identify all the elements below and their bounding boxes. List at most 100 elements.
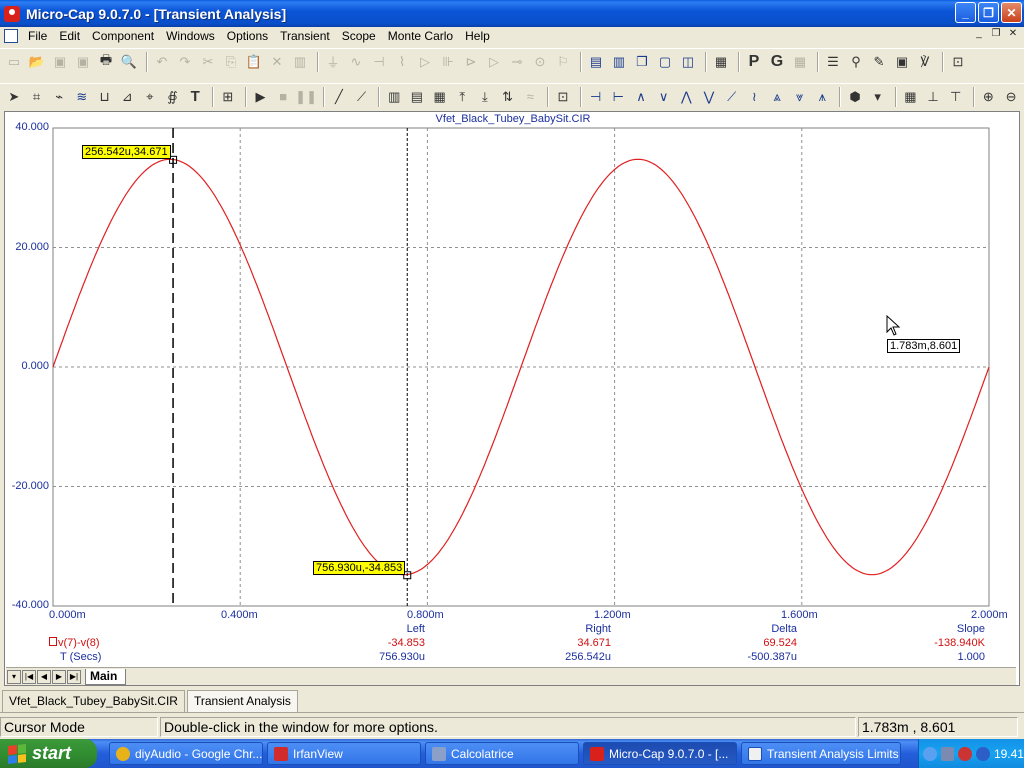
- menu-component[interactable]: Component: [86, 29, 160, 43]
- save-all-icon[interactable]: ▣: [73, 52, 93, 72]
- menu-file[interactable]: File: [22, 29, 53, 43]
- valley-icon[interactable]: ∨: [654, 87, 674, 107]
- start-button[interactable]: start: [0, 739, 97, 768]
- sheet-tab-main[interactable]: Main: [85, 668, 127, 685]
- menu-monte-carlo[interactable]: Monte Carlo: [382, 29, 459, 43]
- diagonal-icon[interactable]: ⟋: [352, 87, 372, 107]
- inflection-icon[interactable]: ≀: [744, 87, 764, 107]
- list-icon[interactable]: ☰: [823, 52, 843, 72]
- g-icon[interactable]: G: [767, 52, 787, 72]
- tag-vertical-icon[interactable]: ⊤: [946, 87, 966, 107]
- select-all-icon[interactable]: ▥: [290, 52, 310, 72]
- zoom-in-icon[interactable]: ⊕: [979, 87, 999, 107]
- component-mode-icon[interactable]: ⌗: [27, 87, 47, 107]
- cascade-icon[interactable]: ❐: [632, 52, 652, 72]
- left-cursor-tag[interactable]: 256.542u,34.671: [82, 145, 171, 159]
- save-icon[interactable]: ▣: [50, 52, 70, 72]
- app-icon[interactable]: [4, 5, 20, 22]
- label-icon[interactable]: ⌖: [140, 87, 160, 107]
- tag-icon[interactable]: ⬢: [845, 87, 865, 107]
- network-icon[interactable]: [940, 746, 955, 761]
- global-high-icon[interactable]: ⩓: [767, 87, 787, 107]
- calculator-icon[interactable]: ▦: [711, 52, 731, 72]
- copy-icon[interactable]: ⎘: [221, 52, 241, 72]
- capacitor-icon[interactable]: ⊣: [369, 52, 389, 72]
- window-split-icon[interactable]: ◫: [678, 52, 698, 72]
- formula-icon[interactable]: ∯: [163, 87, 183, 107]
- cursor-both-icon[interactable]: ⇅: [498, 87, 518, 107]
- menu-options[interactable]: Options: [221, 29, 274, 43]
- view-icon[interactable]: ▣: [892, 52, 912, 72]
- peak-icon[interactable]: ∧: [631, 87, 651, 107]
- zoom-out-icon[interactable]: ⊖: [1001, 87, 1021, 107]
- probe-icon[interactable]: ⚲: [846, 52, 866, 72]
- data-table-icon[interactable]: ▦: [901, 87, 921, 107]
- grid-fine-icon[interactable]: ▥: [384, 87, 404, 107]
- global-low-icon[interactable]: ⩔: [790, 87, 810, 107]
- close-button[interactable]: ✕: [1001, 2, 1022, 23]
- delete-icon[interactable]: ✕: [267, 52, 287, 72]
- taskbar-item-chrome[interactable]: diyAudio - Google Chr...: [109, 742, 263, 765]
- taskbar-item-microcap[interactable]: Micro-Cap 9.0.7.0 - [...: [583, 742, 737, 765]
- high-icon[interactable]: ⋀: [676, 87, 696, 107]
- pause-icon[interactable]: ❚❚: [295, 87, 317, 107]
- line-icon[interactable]: ╱: [329, 87, 349, 107]
- low-icon[interactable]: ⋁: [699, 87, 719, 107]
- table-icon[interactable]: ▦: [790, 52, 810, 72]
- mdi-minimize-button[interactable]: _: [972, 28, 986, 42]
- last-sheet-icon[interactable]: ▶|: [67, 669, 81, 684]
- taskbar-item-calculator[interactable]: Calcolatrice: [425, 742, 579, 765]
- inductor-icon[interactable]: ⌇: [392, 52, 412, 72]
- tab-circuit-file[interactable]: Vfet_Black_Tubey_BabySit.CIR: [2, 690, 185, 712]
- cursor-left-icon[interactable]: ⊣: [586, 87, 606, 107]
- step-icon[interactable]: ⊿: [117, 87, 137, 107]
- menu-scope[interactable]: Scope: [336, 29, 382, 43]
- ground-icon[interactable]: ⏚: [323, 52, 343, 72]
- x-axis-expression[interactable]: T (Secs): [60, 651, 160, 663]
- cursor-peak-icon[interactable]: ⤒: [452, 87, 472, 107]
- new-file-icon[interactable]: ▭: [4, 52, 24, 72]
- trace-label-expression[interactable]: v(7)-v(8): [49, 637, 159, 649]
- first-sheet-icon[interactable]: |◀: [22, 669, 36, 684]
- diode-icon[interactable]: ▷: [415, 52, 435, 72]
- run-icon[interactable]: ▶: [251, 87, 271, 107]
- approx-icon[interactable]: ≈: [520, 87, 540, 107]
- window-icon[interactable]: ▢: [655, 52, 675, 72]
- top-icon[interactable]: ⩚: [813, 87, 833, 107]
- battery-icon[interactable]: ⊪: [438, 52, 458, 72]
- grid-icon[interactable]: ▦: [430, 87, 450, 107]
- transient-plot[interactable]: [5, 112, 1021, 687]
- paste-icon[interactable]: 📋: [244, 52, 264, 72]
- tab-transient-analysis[interactable]: Transient Analysis: [186, 690, 298, 712]
- bracket-icon[interactable]: ⊔: [95, 87, 115, 107]
- taskbar-item-irfanview[interactable]: IrfanView: [267, 742, 421, 765]
- slope-icon[interactable]: ⟋: [722, 87, 742, 107]
- menu-windows[interactable]: Windows: [160, 29, 221, 43]
- bluetooth-icon[interactable]: [976, 746, 990, 761]
- cursor-right-icon[interactable]: ⊢: [608, 87, 628, 107]
- text-icon[interactable]: T: [185, 87, 205, 107]
- print-icon[interactable]: 🖶: [96, 52, 116, 72]
- opamp-icon[interactable]: ▷: [484, 52, 504, 72]
- menu-transient[interactable]: Transient: [274, 29, 336, 43]
- menu-edit[interactable]: Edit: [53, 29, 86, 43]
- scroll-down-icon[interactable]: ▾: [7, 669, 21, 684]
- document-icon[interactable]: [4, 29, 18, 43]
- resistor-icon[interactable]: ∿: [346, 52, 366, 72]
- print-preview-icon[interactable]: 🔍: [119, 52, 139, 72]
- shield-icon[interactable]: [958, 746, 973, 761]
- p-icon[interactable]: P: [744, 52, 764, 72]
- switch-icon[interactable]: ⊸: [507, 52, 527, 72]
- mdi-close-button[interactable]: ✕: [1006, 28, 1020, 42]
- restore-button[interactable]: ❐: [978, 2, 999, 23]
- dropdown-chevron-icon[interactable]: ▾: [868, 87, 888, 107]
- open-file-icon[interactable]: 📂: [27, 52, 47, 72]
- minimize-button[interactable]: _: [955, 2, 976, 23]
- redo-icon[interactable]: ↷: [175, 52, 195, 72]
- source-icon[interactable]: ⊙: [530, 52, 550, 72]
- vt-icon[interactable]: ℣: [915, 52, 935, 72]
- cut-icon[interactable]: ✂: [198, 52, 218, 72]
- next-sheet-icon[interactable]: ▶: [52, 669, 66, 684]
- taskbar-item-limits[interactable]: Transient Analysis Limits: [741, 742, 901, 765]
- properties-icon[interactable]: ⊞: [218, 87, 238, 107]
